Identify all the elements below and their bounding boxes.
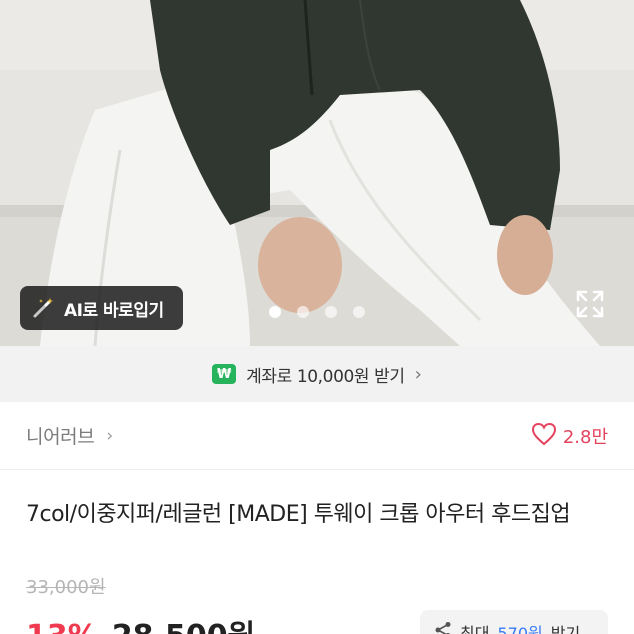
like-count: 2.8만 (562, 426, 608, 448)
image-pagination (269, 306, 365, 318)
like-button[interactable]: 2.8만 (531, 422, 608, 450)
ai-try-on-label: AI로 바로입기 (64, 300, 164, 321)
original-price: 33,000원 (26, 577, 106, 598)
coupon-amount: 570원 (497, 624, 543, 634)
account-reward-banner[interactable]: ₩ 계좌로 10,000원 받기 › (0, 346, 634, 402)
pagination-dot[interactable] (325, 306, 337, 318)
pagination-dot[interactable] (297, 306, 309, 318)
pagination-dot[interactable] (269, 306, 281, 318)
sale-price: 28,500원 (112, 611, 255, 634)
coupon-prefix: 최대 (460, 624, 490, 634)
product-title: 7col/이중지퍼/레글런 [MADE] 투웨이 크롭 아우터 후드집업 (26, 502, 571, 527)
product-image[interactable]: AI로 바로입기 (0, 0, 634, 346)
store-row: 니어러브 › 2.8만 (0, 402, 634, 470)
discount-rate: 13% (26, 619, 98, 634)
magic-wand-icon (30, 295, 56, 321)
expand-icon[interactable] (574, 288, 606, 320)
pagination-dot[interactable] (353, 306, 365, 318)
chevron-right-icon: › (106, 425, 113, 446)
account-reward-text: 계좌로 10,000원 받기 (246, 366, 405, 387)
price-row: 13% 28,500원 (26, 611, 255, 634)
store-name: 니어러브 (26, 426, 95, 448)
coupon-button[interactable]: 최대 570원 받기 (420, 610, 608, 634)
ai-try-on-button[interactable]: AI로 바로입기 (20, 286, 183, 330)
coupon-suffix: 받기 (550, 624, 581, 634)
won-icon: ₩ (212, 364, 237, 384)
store-link[interactable]: 니어러브 › (26, 422, 113, 449)
chevron-right-icon: › (414, 363, 422, 385)
share-icon (434, 621, 452, 634)
heart-icon (531, 422, 557, 450)
